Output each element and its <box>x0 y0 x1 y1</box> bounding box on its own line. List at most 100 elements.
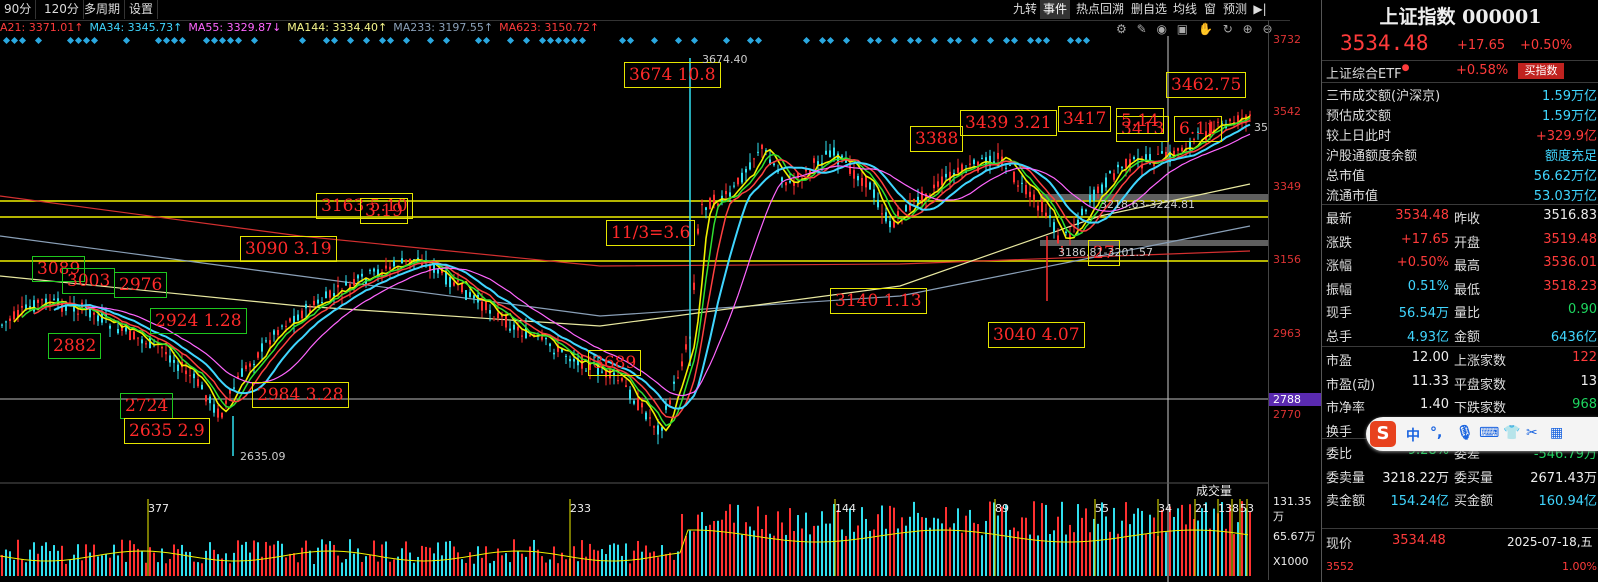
stat-value: 11.33 <box>1411 373 1449 389</box>
candle-body <box>1025 185 1027 195</box>
stat-value: 3518.23 <box>1543 278 1597 294</box>
candle-body <box>981 157 983 159</box>
tab-multi-period[interactable]: 多周期 <box>80 0 126 19</box>
candle-body <box>513 324 515 330</box>
etf-name[interactable]: 上证综合ETF● <box>1326 63 1410 82</box>
tool-jiuzhuan[interactable]: 九转 <box>1010 0 1040 19</box>
event-marker <box>538 36 547 45</box>
y-tick-highlight: 2788 <box>1269 393 1321 406</box>
stat-value: 154.24亿 <box>1390 494 1450 509</box>
pen-icon[interactable]: ✎ <box>1137 22 1147 36</box>
candle-body <box>261 343 263 352</box>
buy-index-button[interactable]: 买指数 <box>1518 63 1564 79</box>
fib-count: 3 <box>1247 502 1254 515</box>
punctuation-icon[interactable]: °, <box>1430 425 1442 441</box>
event-marker <box>218 36 227 45</box>
ma-legend-item: A21: 3371.01↑ <box>0 21 84 34</box>
tool-events[interactable]: 事件 <box>1040 0 1070 19</box>
candle-body <box>885 212 887 222</box>
candle-body <box>1057 235 1059 244</box>
tab-90min[interactable]: 90分 <box>0 0 37 19</box>
candle-body <box>1177 148 1179 151</box>
tab-120min[interactable]: 120分 <box>40 0 84 19</box>
gear-icon[interactable]: ⚙ <box>1116 22 1127 36</box>
candle-body <box>497 312 499 319</box>
event-marker <box>362 36 371 45</box>
event-marker <box>402 36 411 45</box>
candle-body <box>913 198 915 201</box>
tool-remove-watchlist[interactable]: 删自选 <box>1128 0 1170 19</box>
candle-body <box>5 321 7 323</box>
stat-label: 昨收 <box>1454 212 1481 227</box>
candle-body <box>697 228 699 234</box>
kline-chart[interactable] <box>0 36 1268 582</box>
event-marker <box>66 36 75 45</box>
candle-body <box>529 335 531 337</box>
candle-body <box>161 346 163 349</box>
period-tab-bar: 90分 120分 多周期 设置 九转 事件 热点回溯 删自选 均线 窗 预测 ▶… <box>0 0 1290 21</box>
pan-icon[interactable]: ✋ <box>1198 22 1213 36</box>
event-marker <box>754 36 763 45</box>
candle-body <box>585 370 587 372</box>
eye-icon[interactable]: ◉ <box>1156 22 1166 36</box>
fib-count: 89 <box>995 502 1009 515</box>
tool-forecast[interactable]: 预测 <box>1220 0 1250 19</box>
stat-label: 委比 <box>1326 447 1353 462</box>
tab-settings[interactable]: 设置 <box>125 0 159 19</box>
candle-body <box>609 369 611 379</box>
moving-averages <box>13 115 1251 432</box>
event-marker <box>1002 36 1011 45</box>
event-marker <box>1042 36 1051 45</box>
stat-row: 市盈(动) 11.33 平盘家数 13 <box>1322 374 1598 394</box>
event-marker <box>18 36 27 45</box>
candle-body <box>1005 167 1007 169</box>
chart-toolbar: ⚙ ✎ ◉ ▣ ✋ ↻ ⊕ ⊖ <box>1116 22 1273 36</box>
event-marker <box>690 36 699 45</box>
candle-body <box>405 259 407 262</box>
mic-icon[interactable]: 🎙 <box>1456 425 1474 441</box>
stat-label: 最新 <box>1326 212 1353 227</box>
keyboard-icon[interactable]: ⌨ <box>1479 425 1499 441</box>
stat-row: 总市值 56.62万亿 <box>1322 165 1598 185</box>
candle-body <box>217 408 219 418</box>
event-marker <box>562 36 571 45</box>
ime-toolbar[interactable]: S 中 °, 🎙 ⌨ 👕 ✂ ▦ <box>1366 417 1598 451</box>
vol-tick: X1000 <box>1273 555 1309 568</box>
tool-ma[interactable]: 均线 <box>1170 0 1200 19</box>
candle-body <box>625 385 627 388</box>
tool-window[interactable]: 窗 <box>1200 0 1220 19</box>
collapse-panel-icon[interactable]: ▶| <box>1250 0 1270 19</box>
candle-body <box>677 377 679 379</box>
candle-body <box>97 315 99 322</box>
stat-label: 沪股通额度余额 <box>1326 149 1418 164</box>
sogou-logo-icon[interactable]: S <box>1370 421 1396 447</box>
tool-hotspot-review[interactable]: 热点回溯 <box>1072 0 1128 19</box>
event-marker <box>226 36 235 45</box>
refresh-icon[interactable]: ↻ <box>1223 22 1233 36</box>
candle-body <box>949 171 951 182</box>
event-marker <box>890 36 899 45</box>
shirt-icon[interactable]: 👕 <box>1503 425 1520 441</box>
candle-body <box>241 368 243 377</box>
event-marker <box>346 36 355 45</box>
candle-body <box>437 269 439 274</box>
event-marker <box>746 36 755 45</box>
grid-icon[interactable]: ▦ <box>1550 425 1563 441</box>
chinese-mode-icon[interactable]: 中 <box>1406 425 1420 445</box>
event-marker <box>946 36 955 45</box>
candle-body <box>337 285 339 288</box>
candle-body <box>401 258 403 264</box>
event-marker <box>122 36 131 45</box>
candle-body <box>861 177 863 186</box>
trash-icon[interactable]: ▣ <box>1177 22 1188 36</box>
event-marker <box>818 36 827 45</box>
stat-value: 160.94亿 <box>1538 494 1598 509</box>
candle-body <box>653 426 655 428</box>
candle-body <box>1105 177 1107 188</box>
candle-body <box>781 177 783 182</box>
y-tick: 3542 <box>1273 105 1301 118</box>
tools-icon[interactable]: ✂ <box>1526 425 1538 441</box>
candle-body <box>1197 131 1199 133</box>
zoom-in-icon[interactable]: ⊕ <box>1243 22 1253 36</box>
candle-body <box>449 277 451 288</box>
